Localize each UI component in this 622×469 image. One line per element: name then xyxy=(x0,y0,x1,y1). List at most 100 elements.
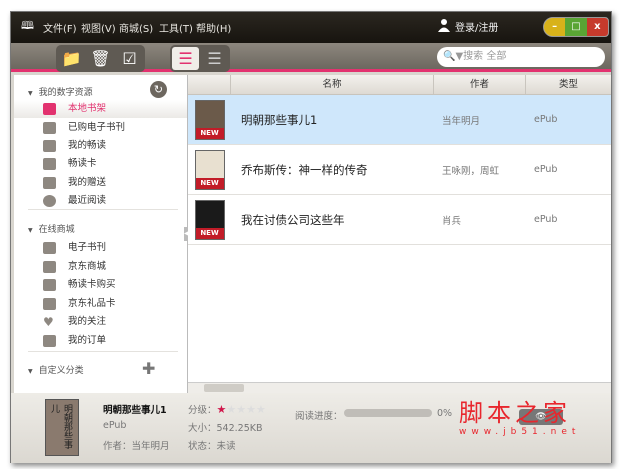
sidebar-item-label: 已购电子书刊 xyxy=(68,122,126,133)
detail-title: 明朝那些事儿1 xyxy=(103,405,167,416)
section-my-resources[interactable]: ▼ 我的数字资源 xyxy=(28,85,93,98)
progress-label: 阅读进度： xyxy=(295,411,343,422)
sidebar-item-local-shelf[interactable]: 本地书架 xyxy=(14,100,187,118)
sidebar-item-jd-store[interactable]: 京东商城 xyxy=(14,258,187,276)
maximize-button[interactable]: □ xyxy=(565,18,587,36)
ebook-icon xyxy=(43,242,56,254)
add-category-button[interactable]: ✚ xyxy=(142,359,155,378)
divider xyxy=(28,351,178,352)
sidebar-item-label: 京东礼品卡 xyxy=(68,298,116,309)
giftcard-icon xyxy=(43,298,56,310)
sidebar-item-label: 我的赠送 xyxy=(68,177,107,188)
detail-status: 状态：未读 xyxy=(188,441,236,452)
table-row[interactable]: NEW 我在讨债公司这些年 肖兵 ePub xyxy=(188,195,611,245)
section-label: 在线商城 xyxy=(38,225,75,235)
refresh-button[interactable]: ↻ xyxy=(150,81,167,98)
menu-tools[interactable]: 工具(T) xyxy=(159,20,193,35)
sidebar-item-label: 本地书架 xyxy=(68,103,107,114)
section-label: 我的数字资源 xyxy=(38,88,93,98)
window-controls: – □ x xyxy=(543,17,609,37)
menu-view[interactable]: 视图(V) xyxy=(81,20,116,35)
sidebar-item-gifts[interactable]: 我的赠送 xyxy=(14,174,187,192)
section-custom-category[interactable]: ▼ 自定义分类 xyxy=(28,363,84,376)
sidebar-item-label: 畅读卡 xyxy=(68,158,97,169)
sidebar-item-reading-card[interactable]: 畅读卡 xyxy=(14,155,187,173)
login-label: 登录/注册 xyxy=(455,23,499,34)
app-window: 🕮 文件(F) 视图(V) 商城(S) 工具(T) 帮助(H) 登录/注册 – … xyxy=(10,11,612,463)
table-row[interactable]: NEW 明朝那些事儿1 当年明月 ePub xyxy=(188,95,611,145)
detail-view-button[interactable]: ☰ xyxy=(201,47,228,70)
sidebar-item-label: 电子书刊 xyxy=(68,242,107,253)
section-label: 自定义分类 xyxy=(38,366,84,376)
sidebar: ▼ 我的数字资源 ↻ 本地书架 已购电子书刊 我的畅读 畅读卡 我的赠送 最近阅读… xyxy=(14,75,190,393)
column-author[interactable]: 作者 xyxy=(434,75,526,94)
new-badge: NEW xyxy=(195,127,224,139)
delete-button[interactable]: 🗑 xyxy=(87,47,114,70)
new-badge: NEW xyxy=(195,177,224,189)
folder-icon: 📁 xyxy=(61,49,82,68)
document-icon xyxy=(43,335,56,347)
shelf-icon xyxy=(43,103,56,115)
gift-icon xyxy=(43,177,56,189)
horizontal-scrollbar[interactable] xyxy=(188,382,611,393)
book-type: ePub xyxy=(534,114,558,125)
divider xyxy=(28,209,178,210)
sidebar-item-gift-card[interactable]: 京东礼品卡 xyxy=(14,295,187,313)
watermark-logo: 脚本之家 xyxy=(459,399,571,427)
new-badge: NEW xyxy=(195,227,224,239)
detail-list-icon: ☰ xyxy=(207,49,222,68)
book-name: 我在讨债公司这些年 xyxy=(241,212,345,227)
star-filled-icon[interactable]: ★ xyxy=(217,403,227,416)
rating-label: 分级： xyxy=(188,405,217,416)
open-folder-button[interactable]: 📁 xyxy=(58,47,85,70)
minimize-button[interactable]: – xyxy=(544,18,566,36)
menu-help[interactable]: 帮助(H) xyxy=(196,20,231,35)
scrollbar-thumb[interactable] xyxy=(204,384,244,392)
list-icon: ☰ xyxy=(178,49,193,68)
book-name: 乔布斯传：神一样的传奇 xyxy=(241,162,368,177)
sidebar-item-buy-card[interactable]: 畅读卡购买 xyxy=(14,276,187,294)
sidebar-item-label: 京东商城 xyxy=(68,261,107,272)
sidebar-item-orders[interactable]: 我的订单 xyxy=(14,332,187,350)
menu-file[interactable]: 文件(F) xyxy=(43,20,77,35)
watermark-url: www.jb51.net xyxy=(459,427,581,437)
select-button[interactable]: ☑ xyxy=(116,47,143,70)
list-view-button[interactable]: ☰ xyxy=(172,47,199,70)
book-detail-panel: 明朝那些事儿 明朝那些事儿1 ePub 作者：当年明月 分级：★★★★★ 大小：… xyxy=(11,393,611,463)
close-button[interactable]: x xyxy=(586,18,608,36)
rating-stars[interactable]: ★★★★★ xyxy=(217,403,266,416)
sidebar-item-label: 最近阅读 xyxy=(68,195,107,206)
menu-store[interactable]: 商城(S) xyxy=(119,20,153,35)
detail-format: ePub xyxy=(103,420,127,431)
book-type: ePub xyxy=(534,214,558,225)
column-type[interactable]: 类型 xyxy=(526,75,611,94)
detail-cover: 明朝那些事儿 xyxy=(45,399,79,456)
sidebar-item-purchased[interactable]: 已购电子书刊 xyxy=(14,119,187,137)
book-cover: NEW xyxy=(194,149,225,190)
book-table: 名称 作者 类型 NEW 明朝那些事儿1 当年明月 ePub NEW 乔布斯传：… xyxy=(188,75,611,393)
sidebar-item-ebooks[interactable]: 电子书刊 xyxy=(14,239,187,257)
sidebar-item-following[interactable]: ♥ 我的关注 xyxy=(14,313,187,331)
trash-icon: 🗑 xyxy=(90,49,111,68)
sidebar-item-my-reading[interactable]: 我的畅读 xyxy=(14,137,187,155)
book-type: ePub xyxy=(534,164,558,175)
view-switch: ☰ ☰ xyxy=(170,45,230,72)
table-header: 名称 作者 类型 xyxy=(188,75,611,95)
toolbar: 📁 🗑 ☑ ☰ ☰ 🔍▼搜索 全部 xyxy=(11,43,611,72)
column-cover[interactable] xyxy=(188,75,231,94)
sidebar-item-recent[interactable]: 最近阅读 xyxy=(14,192,187,210)
sidebar-item-label: 我的订单 xyxy=(68,335,107,346)
section-online-store[interactable]: ▼ 在线商城 xyxy=(28,222,75,235)
search-icon: 🔍 xyxy=(443,51,456,62)
column-name[interactable]: 名称 xyxy=(231,75,434,94)
book-author: 王咏刚，周虹 xyxy=(442,165,500,177)
table-row[interactable]: NEW 乔布斯传：神一样的传奇 王咏刚，周虹 ePub xyxy=(188,145,611,195)
title-bar: 🕮 文件(F) 视图(V) 商城(S) 工具(T) 帮助(H) 登录/注册 – … xyxy=(11,12,611,43)
star-empty-icon[interactable]: ★★★★ xyxy=(226,403,265,416)
heart-icon: ♥ xyxy=(43,315,54,329)
login-link[interactable]: 登录/注册 xyxy=(438,19,499,34)
building-icon xyxy=(43,261,56,273)
book-cover: NEW xyxy=(194,199,225,240)
user-icon xyxy=(438,19,450,32)
search-input[interactable]: 🔍▼搜索 全部 xyxy=(437,47,605,67)
